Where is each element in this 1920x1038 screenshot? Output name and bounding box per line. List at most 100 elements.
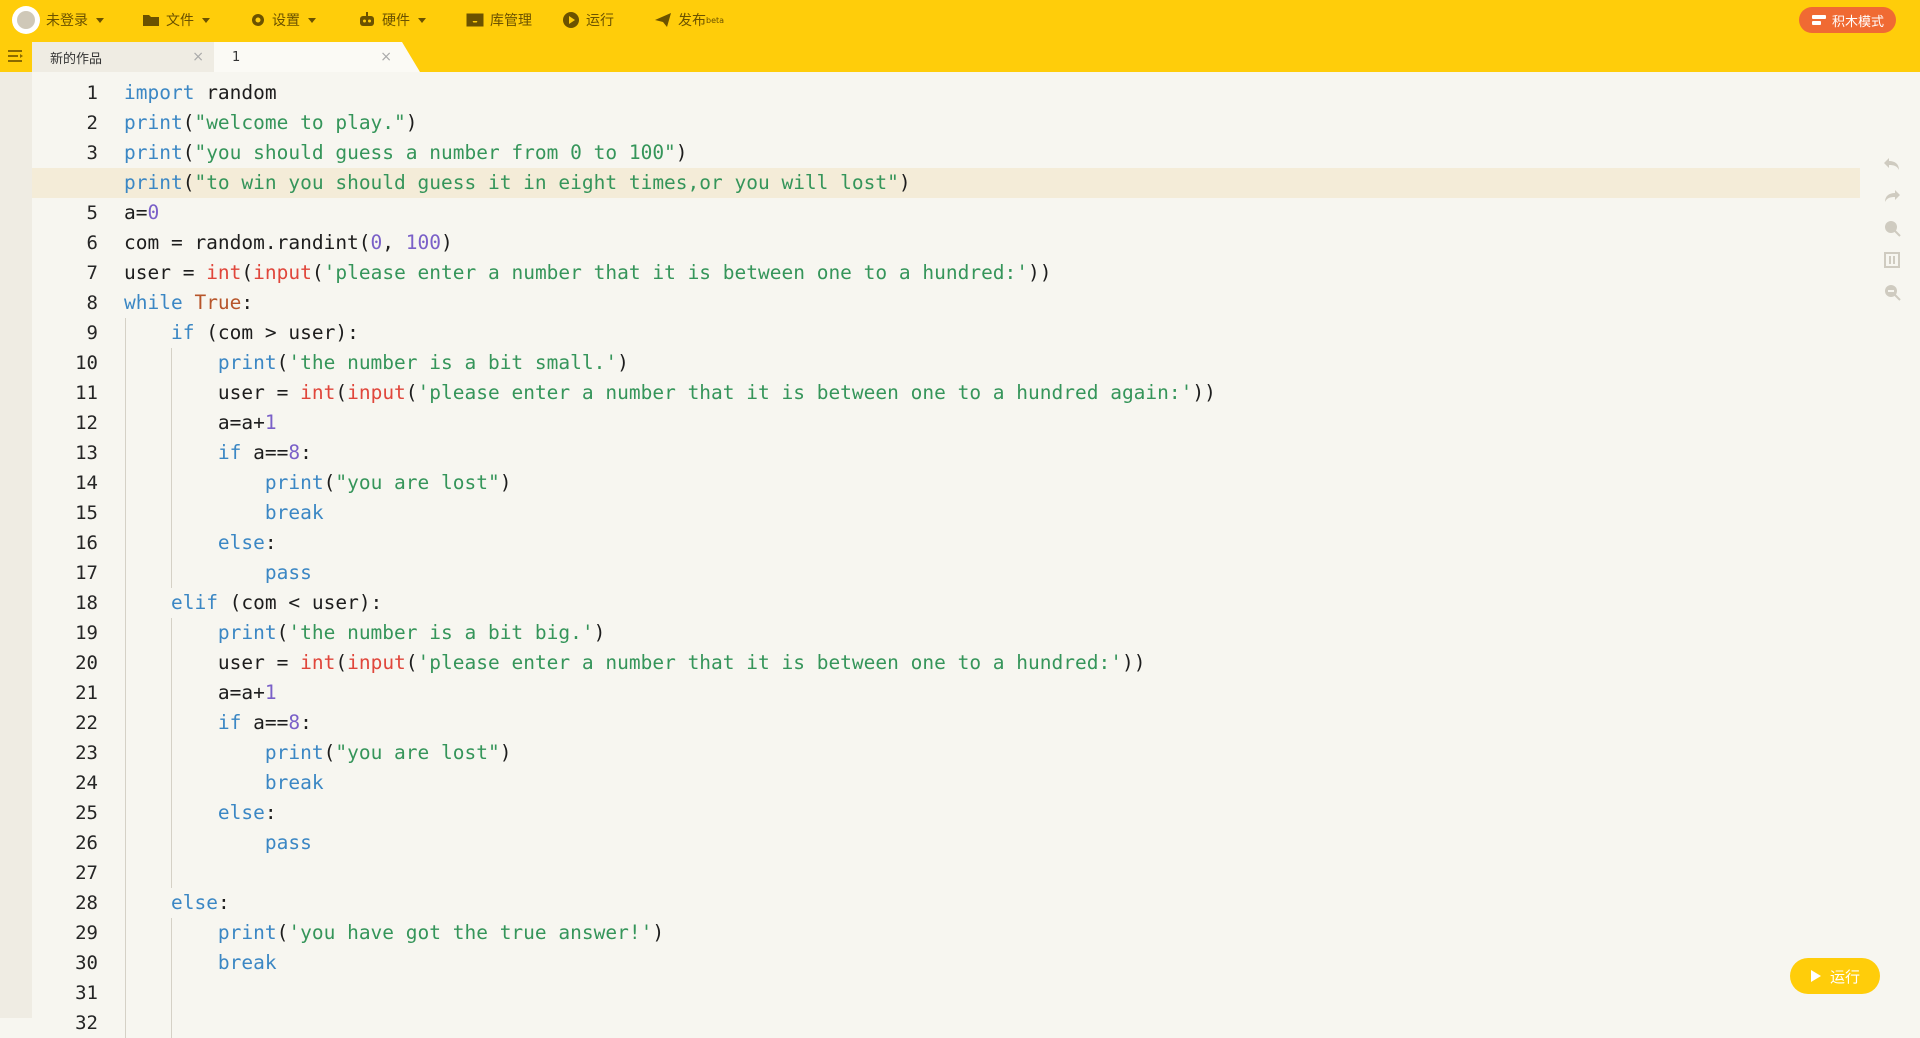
line-number: 26 <box>75 832 98 854</box>
code-line[interactable]: import random <box>124 78 1920 108</box>
undo-icon[interactable] <box>1880 152 1904 176</box>
chevron-down-icon <box>202 17 210 23</box>
line-number: 18 <box>75 592 98 614</box>
top-toolbar: 未登录 文件 设置 硬件 库管理 运行 发布 beta 积木模式 <box>0 0 1920 40</box>
code-line[interactable]: if (com > user): <box>124 318 1920 348</box>
code-line[interactable]: if a==8: <box>124 708 1920 738</box>
code-line[interactable]: break <box>124 768 1920 798</box>
code-line[interactable]: print('the number is a bit small.') <box>124 348 1920 378</box>
code-line[interactable]: else: <box>124 888 1920 918</box>
code-line[interactable]: print('the number is a bit big.') <box>124 618 1920 648</box>
block-mode-label: 积木模式 <box>1831 14 1884 30</box>
avatar <box>12 6 40 34</box>
library-label: 库管理 <box>490 13 532 29</box>
tab-active-file[interactable]: 1 × <box>214 42 420 72</box>
code-line[interactable]: print("to win you should guess it in eig… <box>32 168 1860 198</box>
publish-button[interactable]: 发布 beta <box>654 0 724 40</box>
line-number: 24 <box>75 772 98 794</box>
line-number: 25 <box>75 802 98 824</box>
code-line[interactable]: user = int(input('please enter a number … <box>124 648 1920 678</box>
settings-menu[interactable]: 设置 <box>250 0 316 40</box>
close-icon[interactable]: × <box>380 50 392 64</box>
line-number: 32 <box>75 1012 98 1034</box>
code-line[interactable]: elif (com < user): <box>124 588 1920 618</box>
gear-icon <box>252 14 264 26</box>
user-menu[interactable]: 未登录 <box>12 0 104 40</box>
sidebar-toggle[interactable] <box>0 40 32 72</box>
code-line[interactable]: a=a+1 <box>124 408 1920 438</box>
inbox-icon <box>466 13 484 27</box>
line-number: 7 <box>86 262 98 284</box>
line-number: 29 <box>75 922 98 944</box>
line-number: 5 <box>86 202 98 224</box>
robot-icon <box>360 12 374 26</box>
zoom-out-icon[interactable] <box>1880 280 1904 304</box>
menu-list-icon <box>8 50 23 62</box>
indent-guide <box>171 918 173 1038</box>
line-number: 23 <box>75 742 98 764</box>
code-line[interactable] <box>124 978 1920 1008</box>
code-line[interactable] <box>124 858 1920 888</box>
left-sidebar <box>0 72 33 1018</box>
file-menu[interactable]: 文件 <box>142 0 210 40</box>
indent-guide <box>171 348 173 588</box>
line-number: 9 <box>86 322 98 344</box>
code-line[interactable]: break <box>124 498 1920 528</box>
redo-icon[interactable] <box>1880 184 1904 208</box>
line-number: 21 <box>75 682 98 704</box>
code-line[interactable]: com = random.randint(0, 100) <box>124 228 1920 258</box>
code-line[interactable]: while True: <box>124 288 1920 318</box>
code-line[interactable]: user = int(input('please enter a number … <box>124 378 1920 408</box>
code-line[interactable]: print("you should guess a number from 0 … <box>124 138 1920 168</box>
code-line[interactable]: if a==8: <box>124 438 1920 468</box>
editor-tools <box>1880 152 1904 312</box>
line-number: 22 <box>75 712 98 734</box>
code-line[interactable]: print("welcome to play.") <box>124 108 1920 138</box>
code-editor[interactable]: 1234567891011121314151617181920212223242… <box>32 72 1920 1038</box>
chevron-down-icon <box>308 17 316 23</box>
line-number-gutter: 1234567891011121314151617181920212223242… <box>32 72 124 1034</box>
code-line[interactable]: a=a+1 <box>124 678 1920 708</box>
line-number: 27 <box>75 862 98 884</box>
play-circle-icon <box>563 12 579 28</box>
tab-label: 1 <box>232 49 241 65</box>
run-button-label: 运行 <box>1829 967 1860 986</box>
chevron-down-icon <box>96 17 104 23</box>
code-line[interactable]: else: <box>124 798 1920 828</box>
publish-label: 发布 <box>678 13 706 29</box>
code-line[interactable] <box>124 1008 1920 1038</box>
hardware-menu[interactable]: 硬件 <box>358 0 426 40</box>
line-number: 2 <box>86 112 98 134</box>
block-mode-button[interactable]: 积木模式 <box>1799 7 1896 33</box>
line-number: 20 <box>75 652 98 674</box>
line-number: 8 <box>86 292 98 314</box>
zoom-in-icon[interactable] <box>1880 216 1904 240</box>
toolbar-run-button[interactable]: 运行 <box>562 0 614 40</box>
code-line[interactable]: break <box>124 948 1920 978</box>
line-number: 28 <box>75 892 98 914</box>
beta-badge: beta <box>706 15 725 25</box>
toolbar-run-label: 运行 <box>586 13 614 29</box>
play-icon <box>1810 970 1821 982</box>
run-button[interactable]: 运行 <box>1790 958 1880 994</box>
folder-icon <box>143 15 159 26</box>
format-icon[interactable] <box>1880 248 1904 272</box>
code-line[interactable]: print("you are lost") <box>124 738 1920 768</box>
code-area[interactable]: import random print("welcome to play.") pr… <box>32 78 1920 1038</box>
tab-new-work[interactable]: 新的作品 × <box>32 42 214 72</box>
code-line[interactable]: else: <box>124 528 1920 558</box>
tab-label: 新的作品 <box>50 51 103 67</box>
line-number: 6 <box>86 232 98 254</box>
line-number: 19 <box>75 622 98 644</box>
code-line[interactable]: pass <box>124 558 1920 588</box>
code-line[interactable]: a=0 <box>124 198 1920 228</box>
code-line[interactable]: user = int(input('please enter a number … <box>124 258 1920 288</box>
file-menu-label: 文件 <box>166 13 194 29</box>
code-line[interactable]: pass <box>124 828 1920 858</box>
code-line[interactable]: print('you have got the true answer!') <box>124 918 1920 948</box>
code-line[interactable]: print("you are lost") <box>124 468 1920 498</box>
line-numbers: 1234567891011121314151617181920212223242… <box>32 78 98 1038</box>
line-number: 11 <box>75 382 98 404</box>
library-button[interactable]: 库管理 <box>466 0 532 40</box>
close-icon[interactable]: × <box>192 50 204 64</box>
